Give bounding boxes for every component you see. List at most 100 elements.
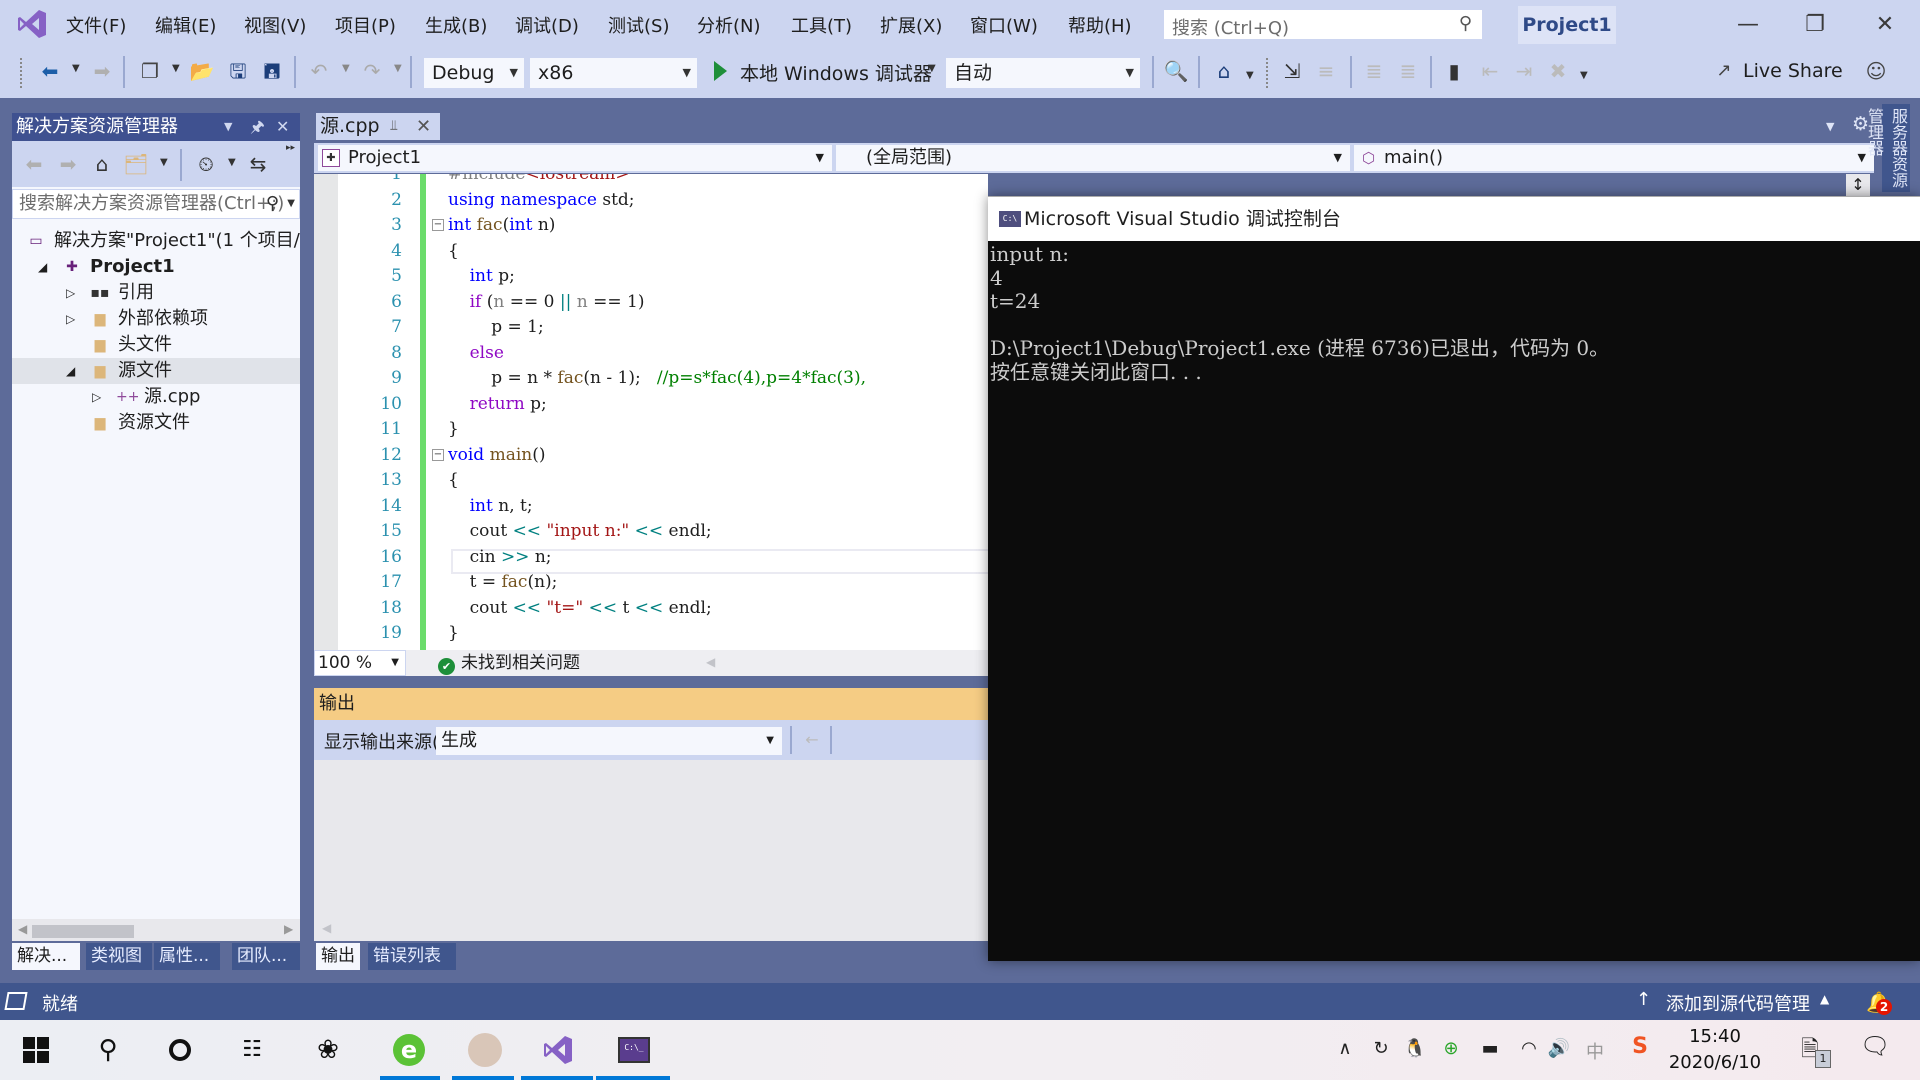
tab-solution-explorer[interactable]: 解决...: [12, 943, 80, 970]
add-to-source-control-button[interactable]: 添加到源代码管理: [1666, 990, 1810, 1016]
tree-item[interactable]: ▆ 资源文件: [12, 410, 300, 436]
code-editor[interactable]: 1 #include<iostream> 2 using namespace std;…: [314, 174, 988, 650]
save-all-icon[interactable]: 🖪: [258, 57, 286, 85]
horizontal-scrollbar[interactable]: ◀ ▶: [12, 919, 300, 941]
user-avatar-app-icon[interactable]: [465, 1030, 505, 1070]
member-dropdown[interactable]: ⬡ main() ▼: [1354, 145, 1874, 171]
code-line[interactable]: 12 − void main(): [314, 443, 988, 469]
feedback-icon[interactable]: ☺: [1862, 57, 1890, 85]
code-line[interactable]: 19}: [314, 621, 988, 647]
menu-project[interactable]: 项目(P): [335, 12, 396, 38]
tab-list-dropdown-icon[interactable]: ▼: [1826, 120, 1834, 133]
window-position-dropdown-icon[interactable]: ▼: [224, 113, 232, 141]
collapse-region-icon[interactable]: −: [432, 219, 444, 231]
new-project-icon[interactable]: ❐: [136, 57, 164, 85]
visual-studio-taskbar-icon[interactable]: [538, 1030, 578, 1070]
home-icon[interactable]: ⌂: [88, 150, 116, 178]
solution-configuration-dropdown[interactable]: Debug ▼: [424, 58, 524, 88]
toolbar-overflow-icon[interactable]: ▼: [1580, 70, 1588, 81]
pin-icon[interactable]: ⫫: [390, 113, 398, 140]
task-view-icon[interactable]: ☷: [232, 1030, 272, 1070]
horizontal-scrollbar[interactable]: ◀: [314, 918, 988, 938]
collapsed-arrow-icon[interactable]: ▷: [66, 306, 75, 332]
menu-window[interactable]: 窗口(W): [970, 12, 1038, 38]
previous-bookmark-icon[interactable]: ⇤: [1476, 57, 1504, 85]
comment-icon[interactable]: ≡: [1312, 57, 1340, 85]
qq-tray-icon[interactable]: 🐧: [1402, 1038, 1428, 1059]
scroll-left-icon[interactable]: ◀: [18, 922, 27, 936]
redo-dropdown-icon[interactable]: ▼: [394, 63, 402, 74]
code-line[interactable]: 3 − int fac(int n): [314, 213, 988, 239]
menu-tools[interactable]: 工具(T): [791, 12, 852, 38]
sogou-ime-icon[interactable]: S: [1626, 1034, 1654, 1059]
project-dropdown[interactable]: ✚ Project1 ▼: [318, 145, 832, 171]
scroll-left-icon[interactable]: ◀: [706, 655, 715, 669]
collapsed-arrow-icon[interactable]: ▷: [66, 280, 75, 306]
tree-item[interactable]: ▆ 头文件: [12, 332, 300, 358]
solution-platform-dropdown[interactable]: x86 ▼: [530, 58, 697, 88]
scope-dropdown[interactable]: (全局范围) ▼: [836, 145, 1350, 171]
new-project-dropdown-icon[interactable]: ▼: [172, 63, 180, 74]
system-clock[interactable]: 15:40 2020/6/10: [1660, 1024, 1770, 1076]
expanded-arrow-icon[interactable]: ◢: [38, 254, 47, 280]
code-line[interactable]: 13 {: [314, 468, 988, 494]
close-button[interactable]: ✕: [1870, 10, 1900, 40]
restore-button[interactable]: ❐: [1800, 10, 1830, 40]
zoom-dropdown[interactable]: 100 % ▼: [314, 650, 406, 676]
find-message-in-code-icon[interactable]: ←: [798, 726, 826, 754]
console-title-bar[interactable]: C:\ Microsoft Visual Studio 调试控制台: [988, 196, 1920, 241]
tab-class-view[interactable]: 类视图: [86, 943, 152, 970]
close-icon[interactable]: ✕: [276, 113, 289, 141]
menu-debug[interactable]: 调试(D): [515, 12, 579, 38]
start-debugging-icon[interactable]: [714, 61, 727, 81]
search-options-dropdown-icon[interactable]: ▼: [287, 190, 295, 218]
tab-properties[interactable]: 属性...: [154, 943, 220, 970]
minimize-button[interactable]: —: [1733, 10, 1763, 40]
menu-build[interactable]: 生成(B): [425, 12, 487, 38]
expanded-arrow-icon[interactable]: ◢: [66, 358, 75, 384]
indent-icon[interactable]: ≣: [1394, 57, 1422, 85]
clear-bookmarks-icon[interactable]: ✖: [1544, 57, 1572, 85]
security-tray-icon[interactable]: ⊕: [1438, 1038, 1464, 1059]
action-center-icon[interactable]: 🗨: [1860, 1032, 1890, 1060]
undo-icon[interactable]: ↶: [305, 57, 333, 85]
tree-item[interactable]: ▷ ++ 源.cpp: [12, 384, 300, 410]
code-line[interactable]: 10 return p;: [314, 392, 988, 418]
tab-output[interactable]: 输出: [316, 943, 360, 970]
toolbar-overflow-icon[interactable]: ▸▸: [286, 143, 295, 153]
tree-item[interactable]: ◢ ✚ Project1: [12, 254, 300, 280]
sync-with-active-document-icon[interactable]: ⇆: [244, 150, 272, 178]
next-bookmark-icon[interactable]: ⇥: [1510, 57, 1538, 85]
start-debugger-button[interactable]: 本地 Windows 调试器: [740, 59, 932, 86]
live-share-icon[interactable]: ↗: [1710, 57, 1738, 85]
pinned-app-icon[interactable]: ❀: [308, 1030, 348, 1070]
tab-team-explorer[interactable]: 团队...: [232, 943, 300, 970]
console-output[interactable]: input n: 4 t=24 D:\Project1\Debug\Projec…: [988, 241, 1920, 961]
open-file-icon[interactable]: 📂: [188, 57, 216, 85]
filter-dropdown-icon[interactable]: ▼: [228, 157, 236, 168]
volume-icon[interactable]: 🔊: [1546, 1038, 1572, 1059]
menu-view[interactable]: 视图(V): [244, 12, 306, 38]
pin-icon[interactable]: 🖈: [250, 113, 265, 141]
split-window-icon[interactable]: ↕: [1846, 174, 1870, 196]
tree-item[interactable]: ▷ ▆ 外部依赖项: [12, 306, 300, 332]
tab-error-list[interactable]: 错误列表: [368, 943, 456, 970]
code-line[interactable]: 16 cin >> n;: [314, 545, 988, 571]
tree-item[interactable]: ▷ ▪▪ 引用: [12, 280, 300, 306]
code-line[interactable]: 15 cout << "input n:" << endl;: [314, 519, 988, 545]
menu-file[interactable]: 文件(F): [66, 12, 126, 38]
close-tab-icon[interactable]: ✕: [416, 113, 431, 140]
start-button[interactable]: [16, 1030, 56, 1070]
quick-launch-search-input[interactable]: 搜索 (Ctrl+Q) ⚲: [1163, 9, 1483, 40]
toolbar-grip[interactable]: [20, 58, 24, 88]
scrollbar-thumb[interactable]: [32, 925, 134, 938]
code-line[interactable]: 17 t = fac(n);: [314, 570, 988, 596]
debugger-target-dropdown-icon[interactable]: ▼: [928, 63, 936, 74]
battery-icon[interactable]: ▬: [1476, 1038, 1504, 1059]
scroll-right-icon[interactable]: ▶: [284, 922, 293, 936]
wifi-icon[interactable]: ◠: [1516, 1038, 1542, 1059]
solution-explorer-search-input[interactable]: 搜索解决方案资源管理器(Ctrl+;) ⚲ ▼: [12, 189, 300, 219]
menu-test[interactable]: 测试(S): [608, 12, 669, 38]
switch-views-icon[interactable]: 🗂: [122, 150, 150, 178]
cortana-icon[interactable]: [160, 1030, 200, 1070]
